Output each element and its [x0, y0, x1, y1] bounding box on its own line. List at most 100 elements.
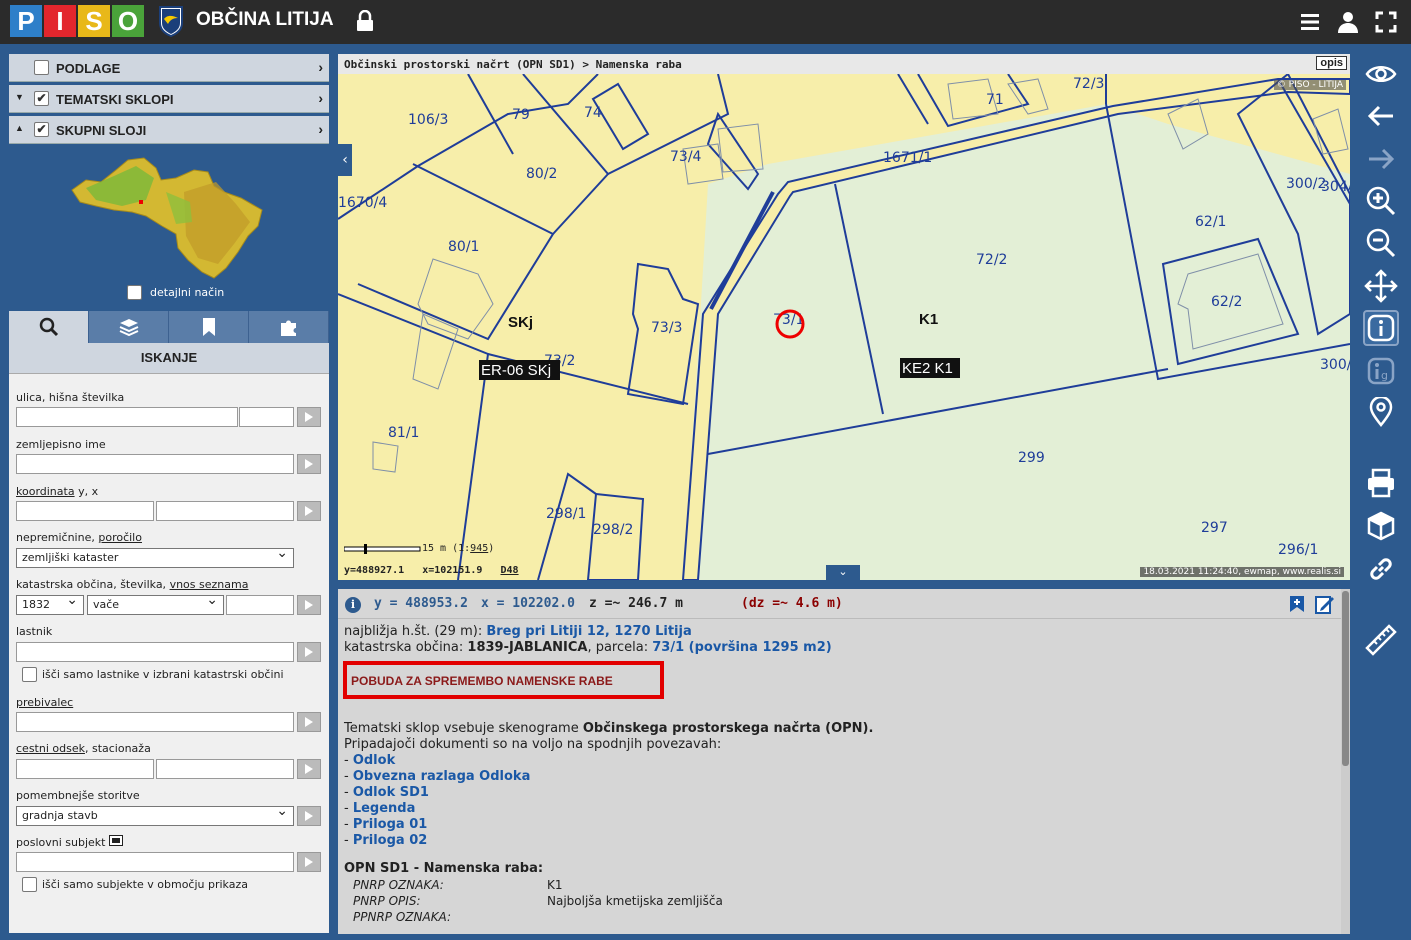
doc-link[interactable]: Odlok SD1 [353, 785, 429, 800]
skupni-checkbox[interactable]: ✔ [34, 122, 49, 137]
road-section-input[interactable] [16, 759, 154, 779]
info-scrollbar[interactable] [1341, 589, 1350, 934]
expand-map-button[interactable]: ⌄ [826, 565, 860, 580]
doc-link[interactable]: Obvezna razlaga Odloka [353, 769, 531, 784]
parcel-search-button[interactable] [297, 595, 321, 615]
road-section-link[interactable]: cestni odsek [16, 742, 85, 755]
place-search-button[interactable] [297, 454, 321, 474]
resident-link[interactable]: prebivalec [16, 696, 73, 709]
tematski-checkbox[interactable]: ✔ [34, 91, 49, 106]
parcel-input[interactable] [226, 595, 294, 615]
business-search-button[interactable] [297, 852, 321, 872]
zoom-out-button[interactable] [1363, 225, 1399, 261]
business-input[interactable] [16, 852, 294, 872]
doc-link-item: - Priloga 02 [344, 833, 428, 848]
user-icon[interactable] [1336, 10, 1360, 34]
print-icon [1368, 468, 1394, 498]
coord-x: x=102151.9 [422, 565, 483, 576]
measure-button[interactable] [1363, 622, 1399, 658]
3d-button[interactable] [1363, 508, 1399, 544]
place-name-input[interactable] [16, 454, 294, 474]
location-button[interactable] [1363, 394, 1399, 430]
ko-name-select[interactable]: vače [87, 592, 224, 615]
scrollbar-thumb[interactable] [1342, 591, 1349, 766]
business-filter-label: išči samo subjekte v območju prikaza [42, 878, 248, 891]
identify-button[interactable] [1363, 310, 1399, 346]
owner-input[interactable] [16, 642, 294, 662]
layer-group-skupni[interactable]: ▲ ✔ SKUPNI SLOJI › [9, 116, 329, 144]
owner-filter-toggle[interactable]: išči samo lastnike v izbrani katastrski … [22, 667, 284, 682]
resident-input[interactable] [16, 712, 294, 732]
land-use-section: OPN SD1 - Namenska raba: PNRP OZNAKA: K1 … [344, 861, 944, 925]
description-button[interactable]: opis [1316, 56, 1347, 70]
camera-icon[interactable] [108, 835, 123, 846]
coordinate-link[interactable]: koordinata [16, 485, 75, 498]
report-link[interactable]: poročilo [98, 531, 142, 544]
owner-filter-checkbox[interactable] [22, 667, 37, 682]
parcel-link[interactable]: 73/1 (površina 1295 m2) [652, 640, 831, 655]
doc-link[interactable]: Legenda [353, 801, 416, 816]
triangle-down-icon[interactable]: ▼ [15, 92, 24, 102]
doc-link[interactable]: Priloga 01 [353, 817, 427, 832]
visibility-button[interactable] [1363, 56, 1399, 92]
tab-search[interactable] [9, 311, 89, 343]
coord-x-input[interactable] [156, 501, 294, 521]
piso-logo[interactable]: P I S O [10, 5, 146, 37]
street-input[interactable] [16, 407, 238, 427]
chevron-right-icon[interactable]: › [318, 121, 323, 137]
detail-mode-toggle[interactable]: detajlni način [127, 285, 224, 300]
layer-group-tematski[interactable]: ▼ ✔ TEMATSKI SKLOPI › [9, 85, 329, 113]
cadastre-select[interactable]: zemljiški kataster [16, 545, 294, 568]
coord-search-button[interactable] [297, 501, 321, 521]
forward-button[interactable] [1363, 141, 1399, 177]
services-search-button[interactable] [297, 806, 321, 826]
chevron-right-icon[interactable]: › [318, 90, 323, 106]
map-breadcrumb: Občinski prostorski načrt (OPN SD1) > Na… [338, 54, 1350, 74]
map-canvas[interactable]: 106/3 79 74 71 72/3 73/4 1671/1 80/2 167… [338, 74, 1350, 580]
identify-g-button[interactable]: g [1363, 353, 1399, 389]
parcel-label: 81/1 [388, 425, 419, 441]
doc-link[interactable]: Priloga 02 [353, 833, 427, 848]
detail-mode-checkbox[interactable] [127, 285, 142, 300]
collapse-panel-button[interactable]: ‹ [338, 144, 352, 176]
map-view[interactable]: Občinski prostorski načrt (OPN SD1) > Na… [338, 54, 1350, 580]
services-select[interactable]: gradnja stavb [16, 803, 294, 826]
road-search-button[interactable] [297, 759, 321, 779]
zoom-in-button[interactable] [1363, 183, 1399, 219]
triangle-up-icon[interactable]: ▲ [15, 123, 24, 133]
house-number-input[interactable] [239, 407, 294, 427]
doc-link-item: - Priloga 01 [344, 817, 428, 832]
overview-minimap[interactable] [66, 152, 266, 282]
print-button[interactable] [1363, 465, 1399, 501]
business-filter-toggle[interactable]: išči samo subjekte v območju prikaza [22, 877, 248, 892]
nearest-address-link[interactable]: Breg pri Litiji 12, 1270 Litija [486, 624, 691, 639]
edit-report-icon[interactable] [1315, 594, 1335, 614]
chevron-right-icon[interactable]: › [318, 59, 323, 75]
doc-link[interactable]: Odlok [353, 753, 395, 768]
tab-layers[interactable] [89, 311, 169, 343]
podlage-checkbox[interactable] [34, 60, 49, 75]
scale-ratio[interactable]: 945 [470, 543, 488, 554]
resident-search-button[interactable] [297, 712, 321, 732]
tab-bookmarks[interactable] [169, 311, 249, 343]
pan-button[interactable] [1363, 268, 1399, 304]
link-button[interactable] [1363, 551, 1399, 587]
datum-link[interactable]: D48 [501, 565, 519, 576]
menu-icon[interactable] [1298, 10, 1322, 34]
layer-group-podlage[interactable]: PODLAGE › [9, 54, 329, 82]
owner-label: lastnik [16, 625, 53, 638]
owner-search-button[interactable] [297, 642, 321, 662]
coord-y-input[interactable] [16, 501, 154, 521]
list-entry-link[interactable]: vnos seznama [170, 578, 249, 591]
ko-number-select[interactable]: 1832 [16, 592, 84, 615]
bookmark-add-icon[interactable] [1289, 595, 1305, 613]
parcel-line: katastrska občina: 1839-JABLANICA, parce… [344, 640, 1334, 656]
street-search-button[interactable] [297, 407, 321, 427]
back-button[interactable] [1363, 98, 1399, 134]
fullscreen-icon[interactable] [1374, 10, 1398, 34]
business-filter-checkbox[interactable] [22, 877, 37, 892]
tab-extensions[interactable] [249, 311, 329, 343]
initiative-button[interactable]: POBUDA ZA SPREMEMBO NAMENSKE RABE [343, 661, 664, 699]
parcel-label: 1671/1 [883, 150, 932, 166]
chainage-input[interactable] [156, 759, 294, 779]
